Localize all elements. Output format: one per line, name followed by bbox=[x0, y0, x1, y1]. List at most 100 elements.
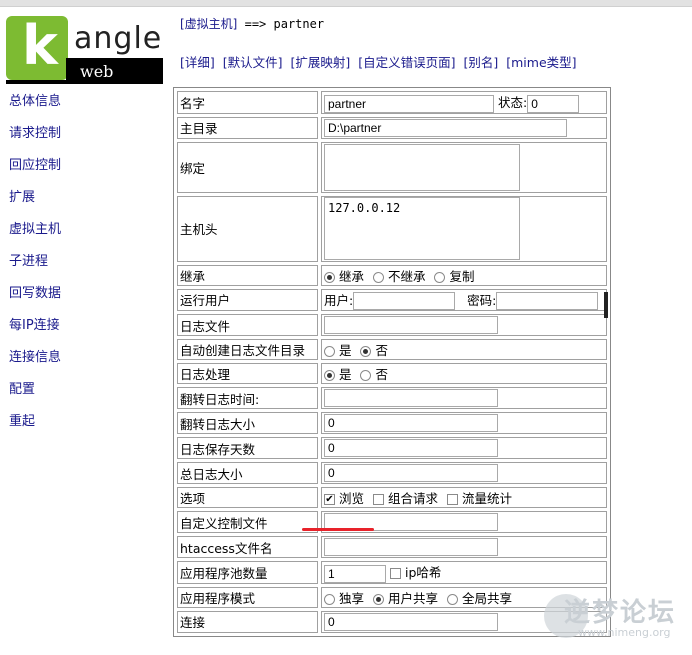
sidebar-item-write-back[interactable]: 回写数据 bbox=[9, 284, 149, 316]
htaccess-label: htaccess文件名 bbox=[177, 536, 318, 558]
row-bind: 绑定 bbox=[177, 141, 607, 193]
row-inherit: 继承 继承 不继承 复制 bbox=[177, 264, 607, 286]
tab-alias[interactable]: [别名] bbox=[464, 55, 499, 70]
totalsize-input[interactable] bbox=[324, 464, 498, 482]
host-textarea[interactable]: 127.0.0.12 bbox=[324, 197, 520, 260]
poolmode-radio-global-shared[interactable] bbox=[446, 593, 458, 605]
autodir-radio-no[interactable] bbox=[360, 346, 372, 357]
sidebar-item-request-control[interactable]: 请求控制 bbox=[9, 124, 149, 156]
logo-k-letter: k bbox=[22, 14, 58, 77]
logfile-input[interactable] bbox=[324, 316, 498, 334]
keepdays-label: 日志保存天数 bbox=[177, 437, 318, 459]
sidebar-item-per-ip[interactable]: 每IP连接 bbox=[9, 316, 149, 348]
sidebar-item-config[interactable]: 配置 bbox=[9, 380, 149, 412]
autodir-label: 自动创建日志文件目录 bbox=[177, 339, 318, 360]
row-runuser: 运行用户 用户: 密码: bbox=[177, 288, 607, 311]
detail-tabs: [详细] [默认文件] [扩展映射] [自定义错误页面] [别名] [mime类… bbox=[180, 52, 581, 71]
sidebar-item-restart[interactable]: 重起 bbox=[9, 412, 149, 444]
loghandle-label: 日志处理 bbox=[177, 363, 318, 384]
browser-top-bar bbox=[0, 0, 692, 7]
option-browse: 浏览 bbox=[338, 491, 364, 506]
row-poolmode: 应用程序模式 独享 用户共享 全局共享 bbox=[177, 586, 607, 608]
name-input[interactable] bbox=[324, 94, 494, 113]
htaccess-input[interactable] bbox=[324, 538, 498, 556]
rotatetime-label: 翻转日志时间: bbox=[177, 387, 318, 409]
tab-extension-map[interactable]: [扩展映射] bbox=[291, 55, 351, 70]
breadcrumb: [虚拟主机] ==> partner bbox=[180, 15, 324, 32]
docroot-input[interactable] bbox=[324, 118, 567, 137]
sidebar-item-connections[interactable]: 连接信息 bbox=[9, 348, 149, 380]
rotatesize-label: 翻转日志大小 bbox=[177, 412, 318, 434]
row-docroot: 主目录 bbox=[177, 116, 607, 139]
poolmode-opt-user-shared: 用户共享 bbox=[387, 590, 438, 606]
loghandle-radio-yes[interactable] bbox=[324, 370, 335, 381]
sidebar-item-extension[interactable]: 扩展 bbox=[9, 188, 149, 220]
loghandle-opt-yes: 是 bbox=[338, 367, 352, 382]
inherit-radio-inherit[interactable] bbox=[324, 271, 335, 283]
loghandle-radio-no[interactable] bbox=[360, 370, 372, 381]
row-conn: 连接 bbox=[177, 610, 607, 633]
autodir-radio-yes[interactable] bbox=[324, 346, 335, 357]
sidebar-item-overview[interactable]: 总体信息 bbox=[9, 92, 149, 124]
browse-checkbox[interactable]: ✔ bbox=[324, 494, 335, 505]
inherit-label: 继承 bbox=[177, 264, 318, 286]
sidebar-item-subprocess[interactable]: 子进程 bbox=[9, 252, 149, 284]
poolcount-input[interactable] bbox=[324, 564, 386, 583]
sidebar-nav: 总体信息 请求控制 回应控制 扩展 虚拟主机 子进程 回写数据 每IP连接 连接… bbox=[9, 92, 149, 444]
scrollbar-marker bbox=[604, 292, 608, 318]
poolmode-label: 应用程序模式 bbox=[177, 586, 318, 608]
red-underline-annotation bbox=[302, 528, 374, 531]
tab-error-pages[interactable]: [自定义错误页面] bbox=[358, 55, 455, 70]
breadcrumb-virtual-host-link[interactable]: [虚拟主机] bbox=[180, 17, 237, 31]
tab-mime[interactable]: [mime类型] bbox=[506, 55, 576, 70]
docroot-label: 主目录 bbox=[177, 116, 318, 139]
row-rotatetime: 翻转日志时间: bbox=[177, 387, 607, 409]
logfile-label: 日志文件 bbox=[177, 314, 318, 336]
name-label: 名字 bbox=[177, 91, 318, 114]
status-input[interactable] bbox=[527, 94, 580, 113]
status-label: 状态: bbox=[497, 95, 528, 110]
user-label: 用户: bbox=[324, 292, 354, 308]
tab-default-files[interactable]: [默认文件] bbox=[223, 55, 283, 70]
breadcrumb-current: ==> partner bbox=[237, 17, 325, 31]
autodir-opt-yes: 是 bbox=[338, 343, 352, 358]
inherit-radio-copy[interactable] bbox=[434, 271, 446, 283]
poolmode-radio-exclusive[interactable] bbox=[324, 593, 335, 605]
inherit-opt-none: 不继承 bbox=[387, 268, 426, 284]
iphash-checkbox[interactable] bbox=[389, 568, 401, 579]
bind-textarea[interactable] bbox=[324, 143, 520, 191]
row-totalsize: 总日志大小 bbox=[177, 462, 607, 484]
sidebar-item-response-control[interactable]: 回应控制 bbox=[9, 156, 149, 188]
keepdays-input[interactable] bbox=[324, 439, 498, 457]
watermark-title: 逆梦论坛 bbox=[564, 598, 677, 628]
ctrlfile-label: 自定义控制文件 bbox=[177, 511, 318, 533]
loghandle-opt-no: 否 bbox=[375, 367, 388, 382]
inherit-opt-copy: 复制 bbox=[449, 268, 475, 284]
row-logfile: 日志文件 bbox=[177, 314, 607, 336]
forum-watermark: 逆梦论坛 www.nimeng.org bbox=[544, 590, 684, 646]
row-loghandle: 日志处理 是 否 bbox=[177, 363, 607, 384]
poolcount-label: 应用程序池数量 bbox=[177, 561, 318, 584]
row-keepdays: 日志保存天数 bbox=[177, 437, 607, 459]
inherit-radio-none[interactable] bbox=[372, 271, 384, 283]
option-combine: 组合请求 bbox=[387, 491, 438, 506]
conn-input[interactable] bbox=[324, 612, 498, 631]
rotatesize-input[interactable] bbox=[324, 414, 498, 432]
combine-checkbox[interactable] bbox=[372, 494, 384, 505]
run-user-input[interactable] bbox=[353, 292, 456, 310]
rotatetime-input[interactable] bbox=[324, 389, 498, 407]
tab-detail[interactable]: [详细] bbox=[180, 55, 215, 70]
iphash-label: ip哈希 bbox=[404, 565, 442, 580]
row-name: 名字 状态: bbox=[177, 91, 607, 114]
watermark-url: www.nimeng.org bbox=[578, 626, 671, 639]
row-ctrlfile: 自定义控制文件 bbox=[177, 511, 607, 533]
kangle-logo: k angle web server bbox=[6, 14, 163, 101]
row-options: 选项 ✔ 浏览 组合请求 流量统计 bbox=[177, 487, 607, 508]
sidebar-item-virtual-host[interactable]: 虚拟主机 bbox=[9, 220, 149, 252]
option-traffic: 流量统计 bbox=[461, 491, 512, 506]
autodir-opt-no: 否 bbox=[375, 343, 388, 358]
traffic-checkbox[interactable] bbox=[446, 494, 458, 505]
run-password-input[interactable] bbox=[496, 292, 599, 310]
poolmode-radio-user-shared[interactable] bbox=[372, 593, 384, 605]
host-label: 主机头 bbox=[177, 195, 318, 262]
